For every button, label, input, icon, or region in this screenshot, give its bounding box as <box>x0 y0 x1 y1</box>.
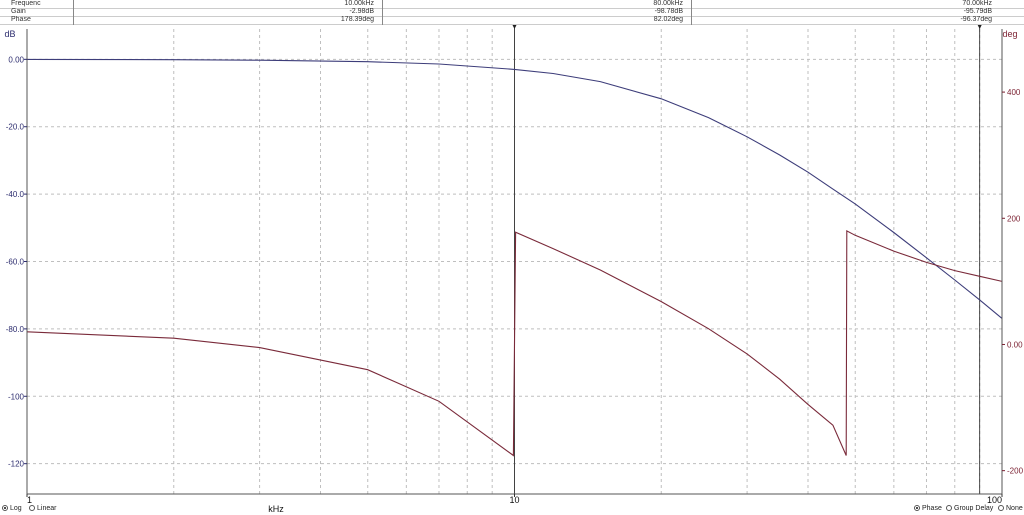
x-mode-linear-option[interactable]: Linear <box>29 504 56 513</box>
cursor3-phase: -96.37deg <box>960 16 992 23</box>
y2-mode-none-radio[interactable] <box>998 504 1004 511</box>
x-mode-linear-radio[interactable] <box>29 504 35 511</box>
readout-label-gain: Gain <box>11 8 26 15</box>
y2-mode-none-option[interactable]: None <box>998 504 1023 513</box>
cursor2-phase: 82.02deg <box>653 16 683 23</box>
cursor3-gain: -95.79dB <box>963 8 992 15</box>
cursor-readout-table: Frequenc 10.00kHz 80.00kHz 70.00kHz Gain… <box>0 0 1024 25</box>
bottom-toolbar: Log Linear Phase Group Delay None <box>0 500 1024 515</box>
left-tick-label: -60.0 <box>6 258 25 267</box>
cursor1-phase: 178.39deg <box>340 16 374 23</box>
cursor3-frequency: 70.00kHz <box>962 0 992 7</box>
y2-mode-phase-radio[interactable] <box>914 504 920 511</box>
left-tick-label: -20.0 <box>6 123 25 132</box>
cursor2-gain: -98.78dB <box>654 8 683 15</box>
readout-row-phase: Phase 178.39deg 82.02deg -96.37deg <box>0 16 1024 24</box>
cursor1-gain: -2.98dB <box>349 8 374 15</box>
left-tick-label: -40.0 <box>6 190 25 199</box>
x-mode-log-radio[interactable] <box>2 504 8 511</box>
cursor2-frequency: 80.00kHz <box>653 0 683 7</box>
left-tick-label: -120 <box>8 460 25 469</box>
right-axis-unit-label: deg <box>1002 29 1017 39</box>
y2-mode-group-delay-option[interactable]: Group Delay <box>946 504 993 513</box>
left-tick-label: -100 <box>8 392 25 401</box>
right-tick-label: 200 <box>1007 214 1021 223</box>
right-tick-label: 0.00 <box>1007 340 1023 349</box>
readout-label-phase: Phase <box>11 16 31 23</box>
x-mode-log-label: Log <box>10 505 22 512</box>
x-mode-linear-label: Linear <box>37 505 57 512</box>
right-tick-label: 400 <box>1007 88 1021 97</box>
readout-row-frequency: Frequenc 10.00kHz 80.00kHz 70.00kHz <box>0 0 1024 8</box>
readout-row-gain: Gain -2.98dB -98.78dB -95.79dB <box>0 8 1024 16</box>
left-axis-unit-label: dB <box>4 29 15 39</box>
y2-mode-phase-option[interactable]: Phase <box>914 504 942 513</box>
y2-mode-group-delay-label: Group Delay <box>954 505 994 512</box>
left-tick-label: -80.0 <box>6 325 25 334</box>
right-tick-label: -200 <box>1007 467 1024 476</box>
y2-mode-phase-label: Phase <box>922 505 942 512</box>
x-mode-log-option[interactable]: Log <box>2 504 22 513</box>
readout-label-frequency: Frequenc <box>11 0 41 7</box>
bode-plot: 0.00 -20.0 -40.0 -60.0 -80.0 -100 -120 400 200 0.… <box>4 24 1024 514</box>
left-tick-label: 0.00 <box>8 55 24 64</box>
cursor1-frequency: 10.00kHz <box>344 0 374 7</box>
y2-mode-none-label: None <box>1006 505 1023 512</box>
y2-mode-group-delay-radio[interactable] <box>946 504 952 511</box>
